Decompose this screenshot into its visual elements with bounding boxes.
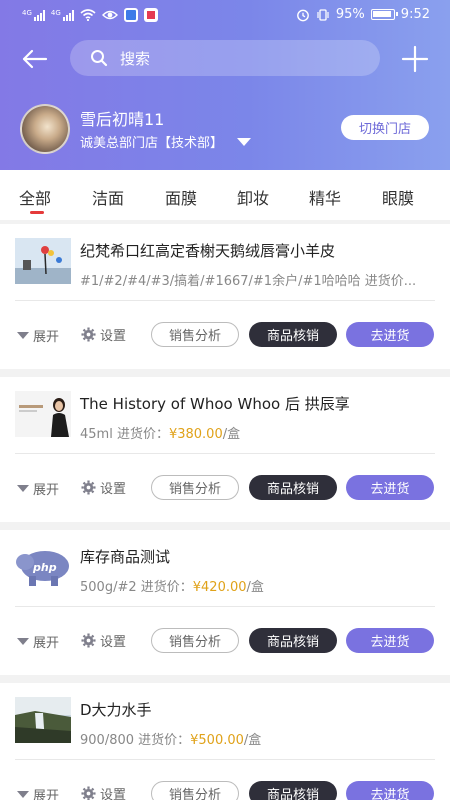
tab-eye-mask[interactable]: 眼膜 [382,185,414,209]
expand-button[interactable]: 展开 [17,632,59,651]
tab-cleanser[interactable]: 洁面 [92,185,124,209]
store-name: 诚美总部门店【技术部】 [80,136,224,151]
arrow-left-icon [22,49,48,69]
divider [15,606,435,607]
product-card[interactable]: 纪梵希口红高定香榭天鹅绒唇膏小羊皮 #1/#2/#4/#3/搞着/#1667/#… [0,224,450,369]
active-tab-indicator [30,211,44,214]
caret-down-icon [17,485,29,492]
gear-icon [81,633,96,648]
product-spec: 900/800 进货价：¥500.00/盒 [80,733,262,748]
sales-analysis-button[interactable]: 销售分析 [151,628,239,653]
restock-button[interactable]: 去进货 [346,781,434,800]
gear-icon [81,480,96,495]
verify-product-button[interactable]: 商品核销 [249,781,337,800]
product-title: The History of Whoo Whoo 后 拱辰享 [80,395,350,413]
product-spec: 45ml 进货价：¥380.00/盒 [80,427,241,442]
search-placeholder: 搜索 [120,49,151,68]
wifi-icon [80,9,96,21]
product-spec: 500g/#2 进货价：¥420.00/盒 [80,580,264,595]
tab-essence[interactable]: 精华 [309,185,341,209]
add-button[interactable] [398,42,432,76]
product-title: 库存商品测试 [80,548,171,566]
battery-icon [370,9,398,20]
caret-down-icon [237,137,252,146]
category-tabs: 全部 洁面 面膜 卸妆 精华 眼膜 [0,170,450,220]
clock: 9:52 [400,7,430,22]
vibrate-icon [317,8,329,21]
divider [15,453,435,454]
product-image [15,697,71,743]
eye-icon [101,10,118,20]
app-notification-icon-2 [143,8,158,22]
user-name: 雪后初晴11 [80,110,165,129]
product-title: 纪梵希口红高定香榭天鹅绒唇膏小羊皮 [80,242,336,260]
sales-analysis-button[interactable]: 销售分析 [151,781,239,800]
svg-text:php: php [32,561,57,574]
battery-percent: 95% [335,7,365,22]
product-card[interactable]: D大力水手 900/800 进货价：¥500.00/盒 展开 设置 销售分析 商… [0,683,450,800]
product-image: php [15,544,71,590]
alarm-icon [296,9,309,21]
product-image [15,238,71,284]
verify-product-button[interactable]: 商品核销 [249,628,337,653]
caret-down-icon [17,791,29,798]
sales-analysis-button[interactable]: 销售分析 [151,322,239,347]
signal-icon: 4G [22,9,45,21]
settings-button[interactable]: 设置 [81,478,126,497]
store-selector[interactable]: 诚美总部门店【技术部】 [80,132,252,151]
product-card[interactable]: php 库存商品测试 500g/#2 进货价：¥420.00/盒 展开 设置 销… [0,530,450,675]
restock-button[interactable]: 去进货 [346,322,434,347]
expand-button[interactable]: 展开 [17,785,59,800]
search-icon [91,50,108,67]
expand-button[interactable]: 展开 [17,479,59,498]
tab-makeup-remover[interactable]: 卸妆 [237,185,269,209]
caret-down-icon [17,332,29,339]
plus-icon [401,45,429,73]
restock-button[interactable]: 去进货 [346,628,434,653]
search-input[interactable]: 搜索 [70,40,380,76]
sales-analysis-button[interactable]: 销售分析 [151,475,239,500]
back-button[interactable] [18,42,52,76]
header: 4G 4G 95% 9:52 搜索 雪后初晴11 诚美总部门店【技术部】 切换门… [0,0,450,170]
verify-product-button[interactable]: 商品核销 [249,475,337,500]
avatar[interactable] [20,104,70,154]
switch-store-button[interactable]: 切换门店 [341,115,429,140]
settings-button[interactable]: 设置 [81,325,126,344]
product-card[interactable]: The History of Whoo Whoo 后 拱辰享 45ml 进货价：… [0,377,450,522]
product-image [15,391,71,437]
tab-mask[interactable]: 面膜 [165,185,197,209]
app-notification-icon [123,8,138,22]
caret-down-icon [17,638,29,645]
gear-icon [81,786,96,800]
tab-all[interactable]: 全部 [19,185,51,209]
divider [15,300,435,301]
expand-button[interactable]: 展开 [17,326,59,345]
product-spec: #1/#2/#4/#3/搞着/#1667/#1余户/#1哈哈哈 进货价... [80,274,417,289]
divider [15,759,435,760]
product-title: D大力水手 [80,701,152,719]
gear-icon [81,327,96,342]
settings-button[interactable]: 设置 [81,631,126,650]
settings-button[interactable]: 设置 [81,784,126,800]
verify-product-button[interactable]: 商品核销 [249,322,337,347]
status-bar: 4G 4G 95% 9:52 [0,0,450,32]
restock-button[interactable]: 去进货 [346,475,434,500]
signal-icon-2: 4G [51,9,74,21]
